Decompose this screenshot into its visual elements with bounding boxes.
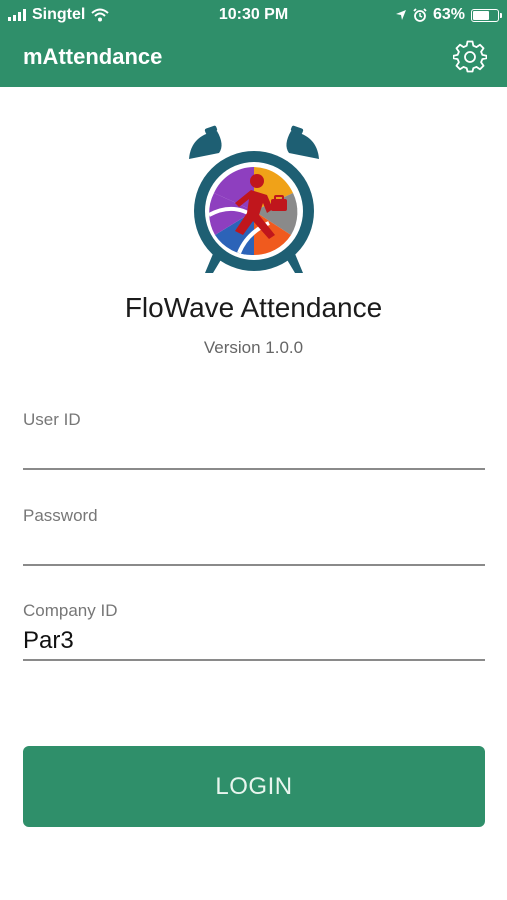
password-input[interactable] [23,528,485,566]
status-right: 63% [395,6,502,24]
app-header: Singtel 10:30 PM 63% mAttendance [0,0,507,87]
password-field: Password [23,506,485,570]
company-id-label: Company ID [23,601,118,620]
user-id-label: User ID [23,410,81,429]
login-button[interactable]: LOGIN [23,746,485,827]
user-id-field: User ID [23,410,485,474]
user-id-input[interactable] [23,432,485,470]
status-bar: Singtel 10:30 PM 63% [0,0,507,32]
flowave-logo [189,125,319,273]
gear-icon[interactable] [453,40,487,74]
location-arrow-icon [395,10,406,20]
alarm-icon [413,8,427,22]
company-id-input[interactable] [23,623,485,661]
brand-name: FloWave Attendance [124,292,383,323]
battery-icon [471,8,502,22]
app-title: mAttendance [23,44,163,69]
company-id-field: Company ID [23,601,485,665]
battery-percent: 63% [432,6,465,23]
version-label: Version 1.0.0 [203,338,304,357]
password-label: Password [23,506,98,525]
